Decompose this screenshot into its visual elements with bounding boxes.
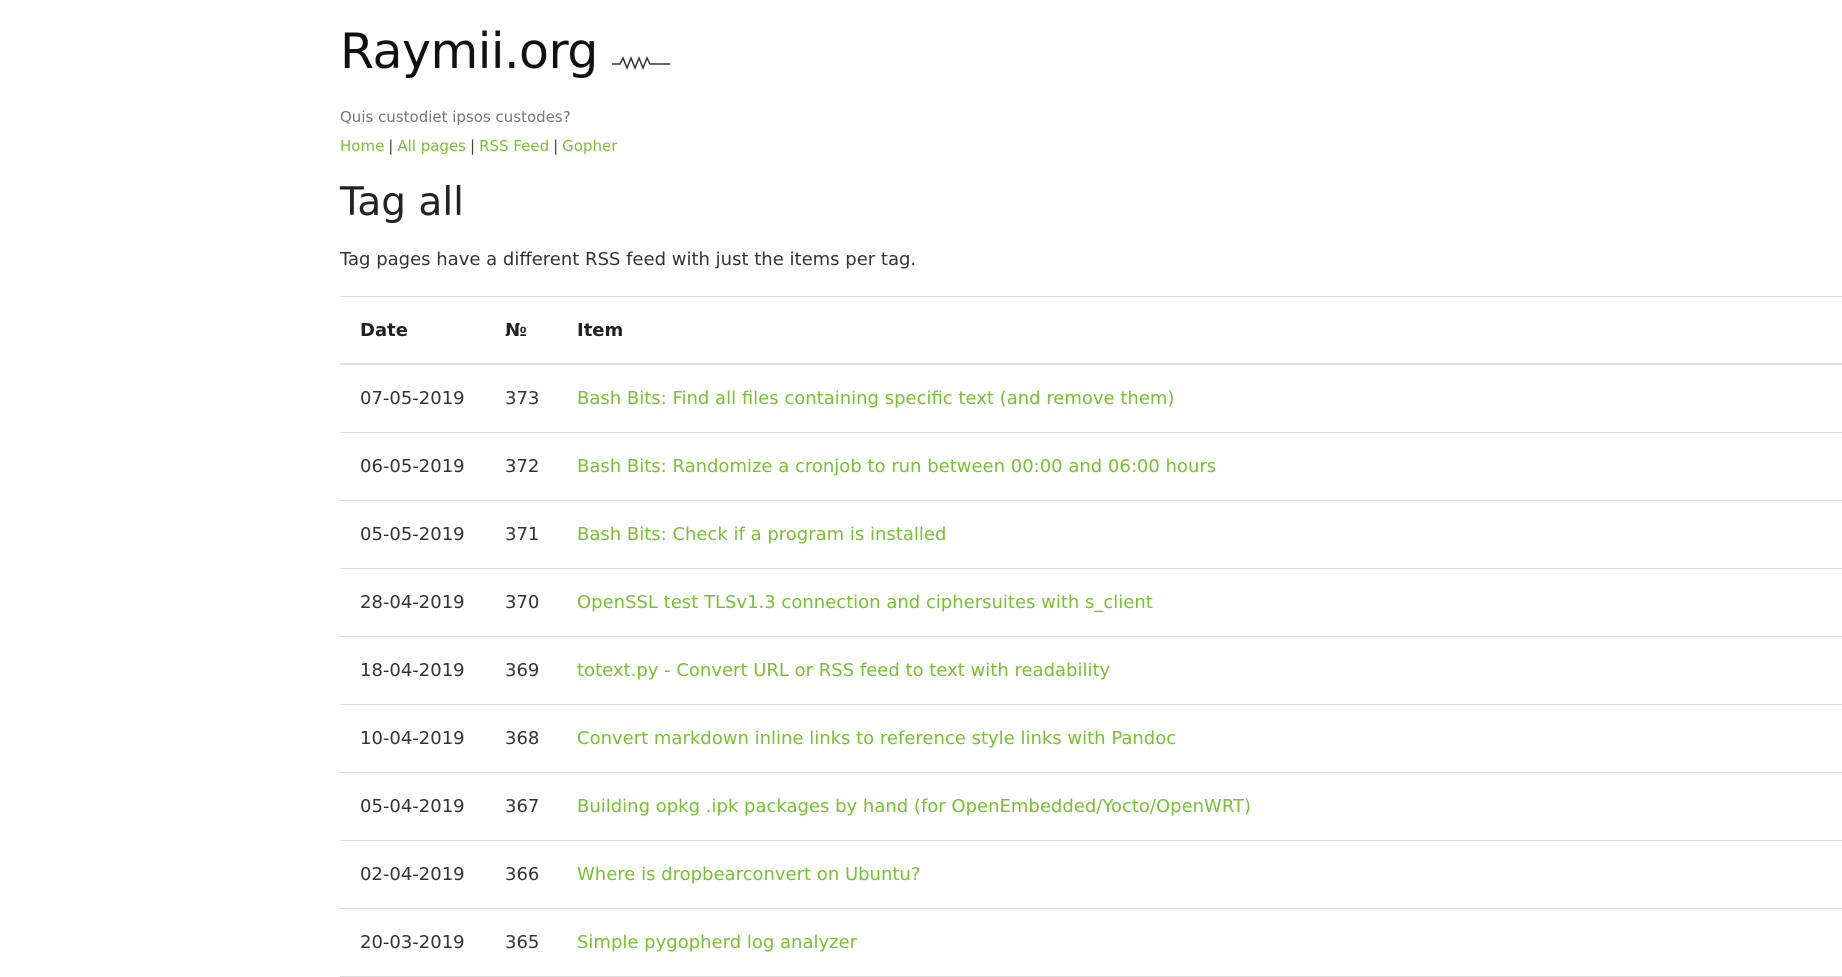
- number-column-header: №: [505, 296, 577, 365]
- post-number: 367: [505, 772, 577, 841]
- post-date: 05-04-2019: [340, 772, 505, 841]
- table-header-row: Date № Item: [340, 296, 1842, 365]
- table-row: 20-03-2019 365 Simple pygopherd log anal…: [340, 908, 1842, 977]
- post-number: 368: [505, 704, 577, 773]
- table-row: 05-05-2019 371 Bash Bits: Check if a pro…: [340, 500, 1842, 569]
- post-link[interactable]: totext.py - Convert URL or RSS feed to t…: [577, 660, 1110, 681]
- site-title-link[interactable]: Raymii.org: [340, 22, 598, 82]
- table-row: 10-04-2019 368 Convert markdown inline l…: [340, 704, 1842, 773]
- post-number: 369: [505, 636, 577, 705]
- site-tagline: Quis custodiet ipsos custodes?: [340, 108, 571, 126]
- post-number: 372: [505, 432, 577, 501]
- table-row: 05-04-2019 367 Building opkg .ipk packag…: [340, 772, 1842, 841]
- table-row: 18-04-2019 369 totext.py - Convert URL o…: [340, 636, 1842, 705]
- table-row: 02-04-2019 366 Where is dropbearconvert …: [340, 840, 1842, 909]
- table-row: 28-04-2019 370 OpenSSL test TLSv1.3 conn…: [340, 568, 1842, 637]
- post-link[interactable]: Where is dropbearconvert on Ubuntu?: [577, 864, 920, 885]
- post-date: 10-04-2019: [340, 704, 505, 773]
- nav-separator: |: [553, 137, 559, 155]
- nav-rss-feed-link[interactable]: RSS Feed: [479, 137, 549, 155]
- item-column-header: Item: [577, 296, 1842, 365]
- posts-table: Date № Item 07-05-2019 373 Bash Bits: Fi…: [340, 296, 1842, 977]
- post-date: 28-04-2019: [340, 568, 505, 637]
- post-number: 370: [505, 568, 577, 637]
- post-number: 371: [505, 500, 577, 569]
- post-link[interactable]: Bash Bits: Check if a program is install…: [577, 524, 946, 545]
- post-link[interactable]: Bash Bits: Randomize a cronjob to run be…: [577, 456, 1216, 477]
- post-link[interactable]: Building opkg .ipk packages by hand (for…: [577, 796, 1251, 817]
- post-date: 02-04-2019: [340, 840, 505, 909]
- post-link[interactable]: Convert markdown inline links to referen…: [577, 728, 1176, 749]
- page-title: Tag all: [340, 180, 464, 225]
- top-nav: Home | All pages | RSS Feed | Gopher: [340, 137, 617, 155]
- nav-all-pages-link[interactable]: All pages: [397, 137, 466, 155]
- squiggle-wave-icon: [611, 52, 672, 72]
- nav-gopher-link[interactable]: Gopher: [562, 137, 617, 155]
- post-link[interactable]: Bash Bits: Find all files containing spe…: [577, 388, 1174, 409]
- post-number: 373: [505, 364, 577, 433]
- post-number: 366: [505, 840, 577, 909]
- post-date: 20-03-2019: [340, 908, 505, 977]
- date-column-header: Date: [340, 296, 505, 365]
- nav-home-link[interactable]: Home: [340, 137, 384, 155]
- post-link[interactable]: OpenSSL test TLSv1.3 connection and ciph…: [577, 592, 1153, 613]
- table-row: 06-05-2019 372 Bash Bits: Randomize a cr…: [340, 432, 1842, 501]
- post-date: 06-05-2019: [340, 432, 505, 501]
- post-date: 07-05-2019: [340, 364, 505, 433]
- post-link[interactable]: Simple pygopherd log analyzer: [577, 932, 857, 953]
- nav-separator: |: [470, 137, 476, 155]
- table-row: 07-05-2019 373 Bash Bits: Find all files…: [340, 364, 1842, 433]
- site-header: Raymii.org: [340, 22, 672, 82]
- post-number: 365: [505, 908, 577, 977]
- post-date: 18-04-2019: [340, 636, 505, 705]
- nav-separator: |: [388, 137, 394, 155]
- post-date: 05-05-2019: [340, 500, 505, 569]
- page-intro: Tag pages have a different RSS feed with…: [340, 249, 917, 270]
